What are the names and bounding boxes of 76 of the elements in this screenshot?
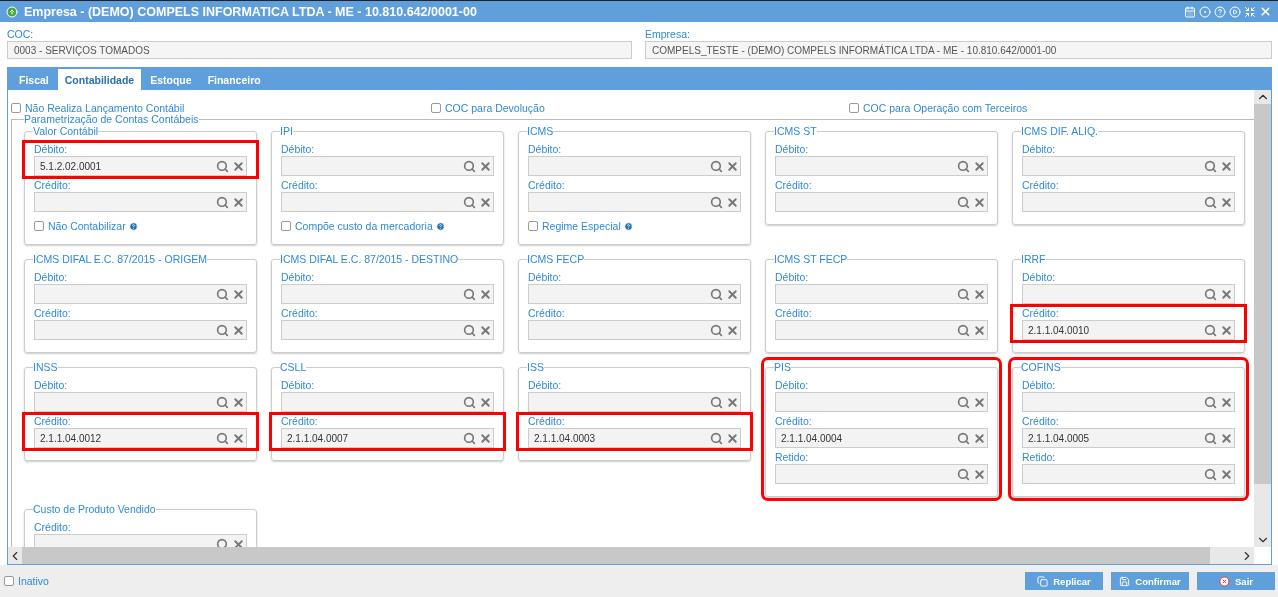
- tab[interactable]: Fiscal: [12, 69, 56, 90]
- field-label: Débito:: [528, 379, 563, 392]
- field-label: Crédito:: [528, 415, 566, 428]
- group-title: ICMS DIF. ALIQ.: [1021, 125, 1099, 137]
- group-title: ICMS DIFAL E.C. 87/2015 - ORIGEM: [33, 253, 208, 265]
- tab[interactable]: Estoque: [143, 69, 199, 90]
- action-button[interactable]: Confirmar: [1111, 572, 1189, 590]
- field-label: Crédito:: [34, 307, 72, 320]
- field-label: Crédito:: [775, 307, 813, 320]
- field-label: Débito:: [34, 379, 69, 392]
- field-label: Crédito:: [281, 179, 319, 192]
- account-field[interactable]: 2.1.1.04.0012: [34, 428, 247, 448]
- field-label: Empresa:: [645, 28, 691, 41]
- field-label: Crédito:: [34, 521, 72, 534]
- text-field[interactable]: COMPELS_TESTE - (DEMO) COMPELS INFORMÁTICA LTDA - ME - 10.810.642/0001-00: [645, 41, 1272, 59]
- field-label: Retido:: [1022, 451, 1057, 464]
- group-title: ICMS ST: [774, 125, 817, 137]
- text-field[interactable]: 0003 - SERVIÇOS TOMADOS: [7, 41, 632, 59]
- tab[interactable]: Contabilidade: [57, 69, 142, 90]
- group-title: PIS: [774, 361, 791, 373]
- checkbox-option[interactable]: Não Contabilizar: [34, 220, 126, 232]
- account-field[interactable]: 2.1.1.04.0003: [528, 428, 741, 448]
- field-label: Débito:: [281, 379, 316, 392]
- account-field[interactable]: 2.1.1.04.0004: [775, 428, 988, 448]
- field-label: Crédito:: [775, 415, 813, 428]
- group-title: ISS: [527, 361, 544, 373]
- group-title: COFINS: [1021, 361, 1061, 373]
- field-label: Débito:: [528, 271, 563, 284]
- group-title: ICMS FECP: [527, 253, 585, 265]
- checkbox-option[interactable]: COC para Devolução: [431, 102, 545, 114]
- field-label: Débito:: [775, 271, 810, 284]
- group-title: CSLL: [280, 361, 307, 373]
- group-title: ICMS DIFAL E.C. 87/2015 - DESTINO: [280, 253, 459, 265]
- field-label: Crédito:: [528, 179, 566, 192]
- account-field[interactable]: 2.1.1.04.0010: [1022, 320, 1235, 340]
- field-label: Crédito:: [775, 179, 813, 192]
- group-title: ICMS: [527, 125, 554, 137]
- group-title: INSS: [33, 361, 58, 373]
- checkbox-option[interactable]: Não Realiza Lançamento Contábil: [11, 102, 185, 114]
- group-title: Valor Contábil: [33, 125, 99, 137]
- field-label: Crédito:: [34, 415, 72, 428]
- field-label: Débito:: [281, 143, 316, 156]
- checkbox-option[interactable]: Inativo: [4, 575, 49, 587]
- window-title: Empresa - (DEMO) COMPELS INFORMATICA LTDA - ME - 10.810.642/0001-00: [24, 4, 478, 19]
- field-label: Débito:: [281, 271, 316, 284]
- field-label: Débito:: [1022, 379, 1057, 392]
- checkbox-option[interactable]: Compõe custo da mercadoria: [281, 220, 433, 232]
- group-title: Custo de Produto Vendido: [33, 503, 156, 515]
- field-label: Débito:: [775, 379, 810, 392]
- field-label: Débito:: [775, 143, 810, 156]
- checkbox-option[interactable]: Regime Especial: [528, 220, 621, 232]
- action-button[interactable]: Replicar: [1025, 572, 1103, 590]
- field-label: Crédito:: [1022, 415, 1060, 428]
- field-label: Retido:: [775, 451, 810, 464]
- group-title: IPI: [280, 125, 293, 137]
- field-label: Crédito:: [34, 179, 72, 192]
- field-label: Crédito:: [281, 307, 319, 320]
- checkbox-option[interactable]: COC para Operação com Terceiros: [849, 102, 1028, 114]
- field-label: Débito:: [1022, 143, 1057, 156]
- account-field[interactable]: 2.1.1.04.0005: [1022, 428, 1235, 448]
- field-label: Crédito:: [281, 415, 319, 428]
- tab[interactable]: Financeiro: [200, 69, 268, 90]
- account-field[interactable]: 2.1.1.04.0007: [281, 428, 494, 448]
- field-label: COC:: [7, 28, 35, 41]
- group-title: IRRF: [1021, 253, 1046, 265]
- field-label: Crédito:: [1022, 307, 1060, 320]
- field-label: Débito:: [34, 271, 69, 284]
- field-label: Crédito:: [528, 307, 566, 320]
- field-label: Débito:: [528, 143, 563, 156]
- group-title: ICMS ST FECP: [774, 253, 848, 265]
- field-label: Crédito:: [1022, 179, 1060, 192]
- action-button[interactable]: Sair: [1197, 572, 1275, 590]
- field-label: Débito:: [1022, 271, 1057, 284]
- account-field[interactable]: 5.1.2.02.0001: [34, 156, 247, 176]
- section-title: Parametrização de Contas Contábeis: [24, 113, 199, 125]
- field-label: Débito:: [34, 143, 69, 156]
